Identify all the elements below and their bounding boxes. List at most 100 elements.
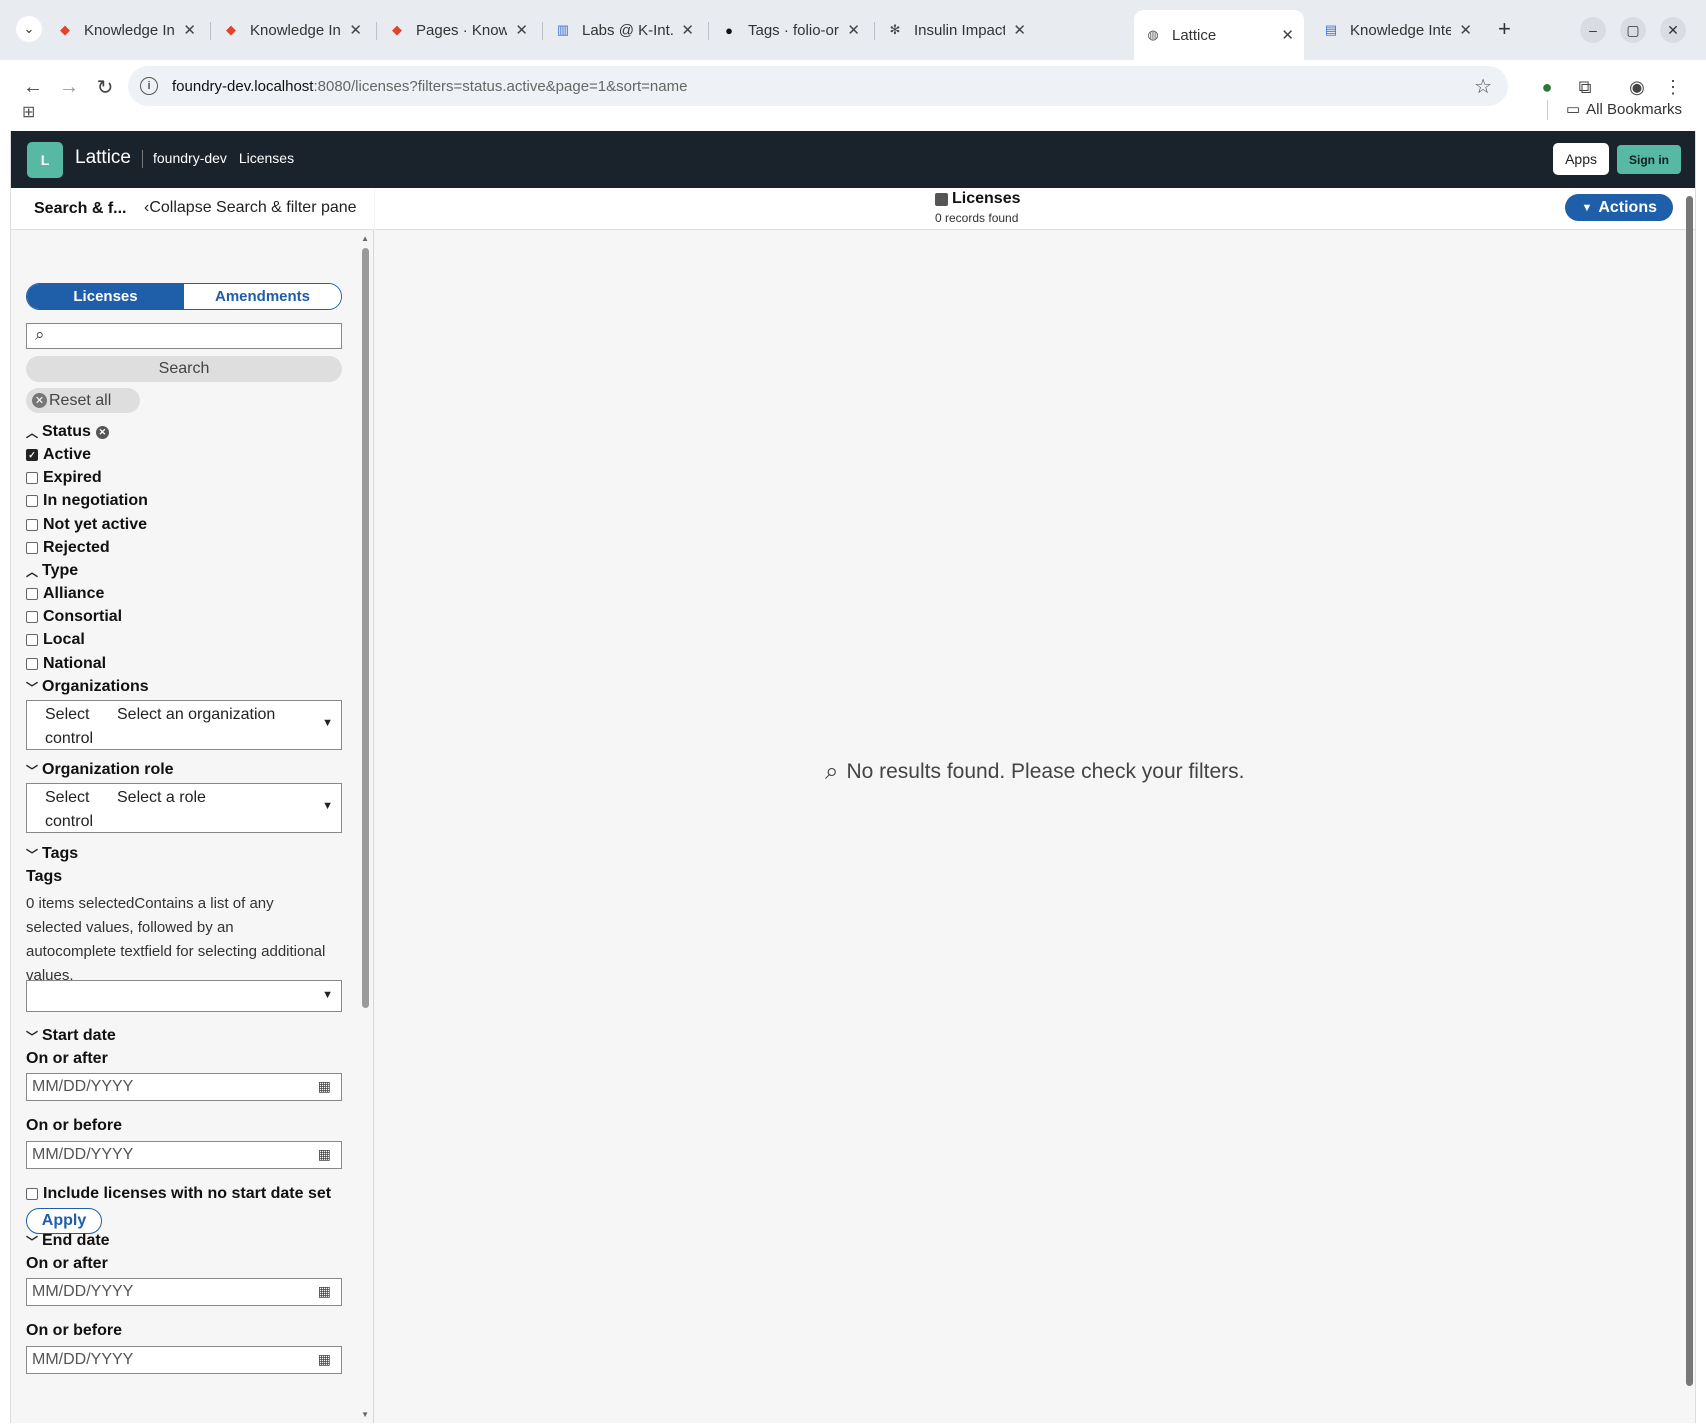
chevron-down-icon: ﹀: [26, 680, 39, 695]
search-icon: ⌕: [35, 325, 45, 344]
search-filter-pane: Search & f... ‹Collapse Search & filter …: [11, 188, 374, 1423]
close-icon[interactable]: ✕: [681, 21, 694, 39]
gitlab-icon: ◆: [60, 22, 70, 37]
results-header: Licenses 0 records found ▼ Actions: [375, 188, 1695, 230]
segment-toggle: Licenses Amendments: [26, 283, 342, 310]
close-icon[interactable]: ✕: [515, 21, 528, 39]
globe-icon: ◍: [1147, 27, 1159, 42]
collapse-filter-pane-button[interactable]: ‹Collapse Search & filter pane: [144, 199, 357, 217]
browser-tab[interactable]: ◆ Knowledge Inte ✕: [212, 12, 372, 48]
start-date-before-input[interactable]: MM/DD/YYYY ▦: [26, 1141, 342, 1169]
browser-tab[interactable]: ✻ Insulin Impact o ✕: [876, 12, 1036, 48]
breadcrumb-tenant[interactable]: foundry-dev: [153, 150, 227, 166]
browser-tab[interactable]: ● Tags · folio-org/ ✕: [710, 12, 870, 48]
organization-role-select[interactable]: Select control Select a role ▼: [26, 783, 342, 833]
gitlab-icon: ◆: [226, 22, 236, 37]
filter-pane-scrollbar[interactable]: [362, 248, 369, 1008]
close-window-button[interactable]: ✕: [1660, 17, 1686, 43]
end-date-after-input[interactable]: MM/DD/YYYY ▦: [26, 1278, 342, 1306]
browser-tab[interactable]: ◆ Pages · Knowled ✕: [378, 12, 538, 48]
extensions-puzzle-icon[interactable]: ⧉: [1572, 74, 1598, 100]
organization-role-accordion-header[interactable]: ﹀ Organization role: [26, 761, 174, 779]
close-icon[interactable]: ✕: [1013, 21, 1026, 39]
scroll-up-arrow[interactable]: ▲: [361, 234, 369, 243]
end-date-before-input[interactable]: MM/DD/YYYY ▦: [26, 1346, 342, 1374]
browser-tab[interactable]: ◆ Knowledge Inte ✕: [46, 12, 206, 48]
new-tab-button[interactable]: +: [1498, 16, 1511, 42]
calendar-icon[interactable]: ▦: [318, 1078, 331, 1095]
search-button[interactable]: Search: [26, 356, 342, 382]
browser-menu-icon[interactable]: ⋮: [1660, 74, 1686, 100]
status-checkbox-rejected[interactable]: Rejected: [26, 539, 110, 557]
browser-tab-active[interactable]: ◍ Lattice ✕: [1134, 10, 1304, 60]
profile-icon[interactable]: ◉: [1624, 74, 1650, 100]
chevron-down-icon: ﹀: [26, 1234, 39, 1249]
start-date-after-input[interactable]: MM/DD/YYYY ▦: [26, 1073, 342, 1101]
calendar-icon[interactable]: ▦: [318, 1146, 331, 1163]
reload-button[interactable]: ↻: [90, 72, 120, 102]
extension-icon[interactable]: ●: [1534, 74, 1560, 100]
status-accordion-header[interactable]: ︿ Status ✕: [26, 423, 109, 441]
no-start-date-checkbox[interactable]: Include licenses with no start date set: [26, 1185, 331, 1203]
sign-in-button[interactable]: Sign in: [1617, 145, 1681, 174]
apply-start-date-button[interactable]: Apply: [26, 1208, 102, 1234]
tags-label: Tags: [26, 868, 63, 885]
site-info-icon[interactable]: i: [140, 77, 158, 95]
apps-button[interactable]: Apps: [1553, 143, 1609, 175]
breadcrumb-page[interactable]: Licenses: [239, 150, 294, 166]
segment-licenses[interactable]: Licenses: [27, 284, 184, 309]
type-checkbox-consortial[interactable]: Consortial: [26, 608, 122, 626]
start-date-before-label: On or before: [26, 1117, 123, 1134]
back-button[interactable]: ←: [18, 72, 48, 102]
app-logo[interactable]: L: [27, 142, 63, 178]
clear-filter-icon[interactable]: ✕: [95, 425, 109, 439]
type-accordion-header[interactable]: ︿ Type: [26, 562, 78, 580]
chevron-down-icon: ﹀: [26, 1029, 39, 1044]
browser-tab[interactable]: ▤ Knowledge Inte ✕: [1312, 12, 1482, 48]
tags-accordion-header[interactable]: ﹀ Tags: [26, 845, 78, 863]
minimize-window-button[interactable]: –: [1580, 17, 1606, 43]
status-checkbox-not-yet-active[interactable]: Not yet active: [26, 516, 147, 534]
app-name[interactable]: Lattice: [75, 147, 131, 169]
github-icon: ●: [725, 22, 733, 38]
address-bar[interactable]: i foundry-dev.localhost:8080/licenses?fi…: [128, 66, 1508, 106]
close-icon[interactable]: ✕: [1459, 21, 1472, 39]
end-date-accordion-header[interactable]: ﹀ End date: [26, 1232, 110, 1250]
start-date-accordion-header[interactable]: ﹀ Start date: [26, 1027, 116, 1045]
tab-search-menu-button[interactable]: ⌄: [16, 16, 42, 42]
type-checkbox-local[interactable]: Local: [26, 631, 85, 649]
organizations-accordion-header[interactable]: ﹀ Organizations: [26, 678, 149, 696]
browser-tab[interactable]: ▥ Labs @ K-Int.con ✕: [544, 12, 704, 48]
close-icon[interactable]: ✕: [847, 21, 860, 39]
calendar-icon[interactable]: ▦: [318, 1351, 331, 1368]
close-icon[interactable]: ✕: [349, 21, 362, 39]
actions-button[interactable]: ▼ Actions: [1565, 194, 1673, 221]
close-icon[interactable]: ✕: [1281, 26, 1294, 44]
bookmark-star-icon[interactable]: ☆: [1474, 74, 1492, 99]
status-checkbox-active[interactable]: ✓ Active: [26, 446, 91, 464]
tags-multiselect-input[interactable]: ▼: [26, 980, 342, 1012]
scroll-down-arrow[interactable]: ▼: [361, 1410, 369, 1419]
apps-grid-icon[interactable]: ⊞: [22, 102, 35, 122]
organization-select[interactable]: Select control Select an organization ▼: [26, 700, 342, 750]
type-checkbox-alliance[interactable]: Alliance: [26, 585, 104, 603]
main-scrollbar[interactable]: [1683, 188, 1695, 1423]
status-checkbox-expired[interactable]: Expired: [26, 469, 102, 487]
caret-down-icon: ▼: [1581, 201, 1593, 214]
search-icon: ⌕: [825, 758, 839, 785]
labs-icon: ▥: [556, 22, 570, 37]
type-checkbox-national[interactable]: National: [26, 655, 106, 673]
status-checkbox-in-negotiation[interactable]: In negotiation: [26, 492, 148, 510]
chevron-up-icon: ︿: [26, 425, 39, 440]
maximize-window-button[interactable]: ▢: [1620, 17, 1646, 43]
forward-button[interactable]: →: [54, 72, 84, 102]
all-bookmarks-button[interactable]: ▭ All Bookmarks: [1566, 100, 1682, 119]
filter-pane-scroll[interactable]: Licenses Amendments ⌕ Search ✕ Reset all…: [11, 230, 361, 1423]
close-icon[interactable]: ✕: [183, 21, 196, 39]
reset-all-button[interactable]: ✕ Reset all: [26, 388, 140, 413]
search-input[interactable]: ⌕: [26, 323, 342, 349]
segment-amendments[interactable]: Amendments: [184, 284, 341, 309]
app-window: L Lattice foundry-dev Licenses Apps Sign…: [10, 131, 1696, 1423]
calendar-icon[interactable]: ▦: [318, 1283, 331, 1300]
checkbox-checked-icon[interactable]: ✓: [26, 449, 38, 461]
